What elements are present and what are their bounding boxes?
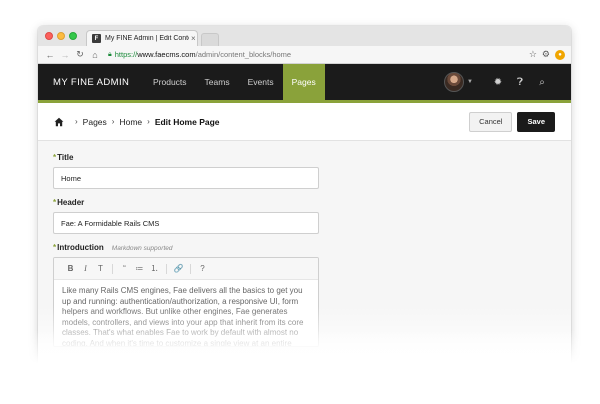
header-field-group: * Header Fae: A Formidable Rails CMS xyxy=(53,198,556,234)
editor-toolbar: B I T “ ≔ ⒈ 🔗 ? xyxy=(54,258,318,280)
app-header: MY FINE ADMIN Products Teams Events Page… xyxy=(38,64,571,103)
close-window-icon[interactable] xyxy=(45,32,53,40)
brand-logo[interactable]: MY FINE ADMIN xyxy=(38,64,144,100)
bold-icon[interactable]: B xyxy=(63,264,78,273)
bullet-list-icon[interactable]: ≔ xyxy=(132,264,147,273)
save-button[interactable]: Save xyxy=(517,111,555,132)
url-scheme: https:// xyxy=(114,50,138,59)
nav-products[interactable]: Products xyxy=(144,64,196,100)
search-icon[interactable]: ⌕ xyxy=(531,77,553,88)
required-marker: * xyxy=(53,243,57,252)
breadcrumb-home[interactable]: Home xyxy=(119,117,142,127)
back-icon[interactable]: ← xyxy=(44,50,56,60)
edit-page-form: * Title Home * Header Fae: A Formidable … xyxy=(38,141,571,347)
browser-tab-bar: F My FINE Admin | Edit Content × xyxy=(38,26,571,46)
cancel-button[interactable]: Cancel xyxy=(469,111,513,132)
help-icon[interactable]: ❓︎ xyxy=(509,77,531,88)
required-marker: * xyxy=(53,198,57,207)
toolbar-divider xyxy=(166,263,167,274)
reload-icon[interactable]: ↻ xyxy=(74,49,86,60)
link-icon[interactable]: 🔗 xyxy=(171,264,186,273)
lock-icon: 🔒︎ xyxy=(108,50,112,58)
header-input[interactable]: Fae: A Formidable Rails CMS xyxy=(53,212,319,234)
url-field[interactable]: 🔒︎ https:// www.faecms.com /admin/conten… xyxy=(104,48,529,62)
address-bar: ← → ↻ ⌂ 🔒︎ https:// www.faecms.com /admi… xyxy=(38,46,571,64)
home-icon[interactable] xyxy=(54,117,64,127)
help-icon[interactable]: ? xyxy=(195,264,210,273)
tab-close-icon[interactable]: × xyxy=(191,34,196,43)
numbered-list-icon[interactable]: ⒈ xyxy=(147,263,162,274)
tab-title: My FINE Admin | Edit Content xyxy=(105,35,189,42)
nav-events[interactable]: Events xyxy=(239,64,283,100)
required-marker: * xyxy=(53,153,57,162)
title-input[interactable]: Home xyxy=(53,167,319,189)
introduction-label-text: Introduction xyxy=(57,243,104,252)
title-label-text: Title xyxy=(57,153,74,162)
header-label: * Header xyxy=(53,198,556,207)
browser-tab[interactable]: F My FINE Admin | Edit Content × xyxy=(86,30,198,46)
browser-home-icon[interactable]: ⌂ xyxy=(89,50,101,60)
url-host: www.faecms.com xyxy=(137,50,196,59)
url-path: /admin/content_blocks/home xyxy=(195,50,292,59)
breadcrumb-pages[interactable]: Pages xyxy=(83,117,107,127)
toolbar-divider xyxy=(112,263,113,274)
minimize-window-icon[interactable] xyxy=(57,32,65,40)
nav-teams[interactable]: Teams xyxy=(196,64,239,100)
introduction-label: * Introduction Markdown supported xyxy=(53,243,556,252)
new-tab-button[interactable] xyxy=(201,33,219,46)
bottom-fade xyxy=(20,330,590,404)
browser-window: F My FINE Admin | Edit Content × ← → ↻ ⌂… xyxy=(38,26,571,366)
quote-icon[interactable]: “ xyxy=(117,264,132,273)
nav-pages[interactable]: Pages xyxy=(282,64,325,100)
chevron-down-icon[interactable]: ▼ xyxy=(467,79,473,85)
italic-icon[interactable]: I xyxy=(78,264,93,273)
title-field-group: * Title Home xyxy=(53,153,556,189)
heading-icon[interactable]: T xyxy=(93,264,108,273)
settings-gear-icon[interactable]: ✹ xyxy=(487,77,509,88)
avatar[interactable] xyxy=(444,72,465,92)
page-title: Edit Home Page xyxy=(154,116,220,127)
forward-icon[interactable]: → xyxy=(59,50,71,60)
breadcrumb-separator: › xyxy=(111,117,115,126)
breadcrumb: › Pages › Home › Edit Home Page Cancel S… xyxy=(38,103,571,141)
favicon-icon: F xyxy=(92,34,101,43)
gear-icon[interactable]: ⚙ xyxy=(542,49,550,60)
toolbar-divider xyxy=(190,263,191,274)
header-label-text: Header xyxy=(57,198,85,207)
star-icon[interactable]: ☆ xyxy=(529,49,537,60)
extension-icon[interactable]: ● xyxy=(555,49,565,60)
breadcrumb-separator: › xyxy=(147,117,150,126)
title-label: * Title xyxy=(53,153,556,162)
breadcrumb-separator: › xyxy=(75,117,78,126)
maximize-window-icon[interactable] xyxy=(69,32,77,40)
markdown-hint: Markdown supported xyxy=(111,245,173,252)
